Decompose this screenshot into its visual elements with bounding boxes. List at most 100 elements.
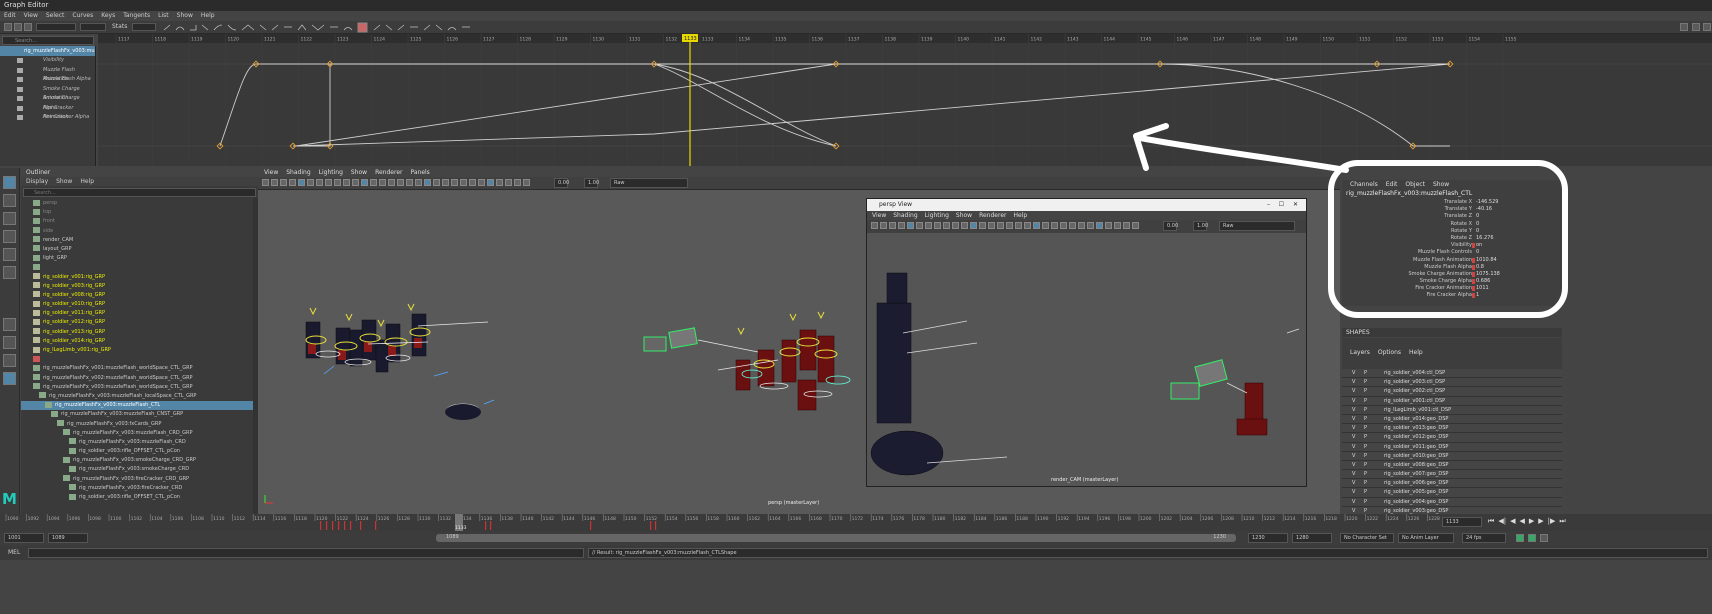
layers-menu-options[interactable]: Options — [1378, 348, 1401, 357]
outliner-item[interactable]: rig_soldier_v012:rig_GRP — [21, 318, 258, 327]
viewport-menu-view[interactable]: View — [264, 168, 278, 177]
toolbar-icon[interactable] — [262, 179, 269, 186]
lattice-icon[interactable] — [24, 23, 32, 31]
outliner-menu-show[interactable]: Show — [56, 177, 72, 186]
fps-select[interactable]: 24 fps — [1462, 533, 1506, 543]
toolbar-icon[interactable] — [1078, 222, 1085, 229]
toolbar-icon[interactable] — [397, 179, 404, 186]
channel-row[interactable]: Muzzle Flash Alpha — [0, 75, 95, 85]
layer-playback-toggle[interactable]: P — [1364, 498, 1367, 507]
scale-tool-icon[interactable] — [3, 266, 16, 279]
toolbar-icon[interactable] — [370, 179, 377, 186]
toolbar-icon[interactable] — [961, 222, 968, 229]
layer-playback-toggle[interactable]: P — [1364, 369, 1367, 378]
layer-playback-toggle[interactable]: P — [1364, 488, 1367, 497]
toolbar-icon[interactable] — [424, 179, 431, 186]
paint-select-icon[interactable] — [3, 212, 16, 225]
outliner-item[interactable]: rig_muzzleFlashFx_v003:muzzleFlash_local… — [21, 392, 258, 401]
outliner-item[interactable]: rig_muzzleFlashFx_v001:muzzleFlash_world… — [21, 364, 258, 373]
layer-row[interactable]: V Prig_soldier_v014:geo_DSP — [1342, 414, 1562, 425]
toolbar-icon[interactable] — [952, 222, 959, 229]
outliner-item[interactable]: rig_muzzleFlashFx_v003:muzzleFlash_CRD — [21, 438, 258, 447]
viewport-menu-lighting[interactable]: Lighting — [319, 168, 343, 177]
toolbar-icon[interactable] — [406, 179, 413, 186]
outliner-menu-display[interactable]: Display — [26, 177, 48, 186]
toolbar-icon[interactable] — [907, 222, 914, 229]
gamma-field[interactable]: 1.00 — [584, 178, 599, 188]
layer-visibility-toggle[interactable]: V — [1352, 461, 1355, 470]
outliner-item[interactable]: rig_muzzleFlashFx_v003:muzzleFlash_CTL — [21, 401, 258, 411]
outliner-item[interactable]: rig_soldier_v003:rifle_OFFSET_CTL_pCon — [21, 447, 258, 456]
menu-curves[interactable]: Curves — [72, 11, 93, 21]
layer-row[interactable]: V Prig_soldier_v002:ctl_DSP — [1342, 387, 1562, 397]
layer-playback-toggle[interactable]: P — [1364, 479, 1367, 488]
layer-playback-toggle[interactable]: P — [1364, 378, 1367, 387]
toolbar-icon[interactable] — [469, 179, 476, 186]
toolbar-icon[interactable] — [514, 179, 521, 186]
outliner-item[interactable]: rig_soldier_v008:rig_GRP — [21, 291, 258, 300]
viewport-menu-panels[interactable]: Panels — [410, 168, 429, 177]
outliner-item[interactable]: rig_soldier_v011:rig_GRP — [21, 309, 258, 318]
outliner-item[interactable]: rig_muzzleFlashFx_v003:fireCracker_CRD_G… — [21, 475, 258, 484]
time-slider[interactable]: 1090 1092 1094 1096 1098 1100 1102 1104 1106 1108… — [0, 514, 1712, 531]
toolbar-icon[interactable] — [1069, 222, 1076, 229]
layer-visibility-toggle[interactable]: V — [1352, 415, 1355, 424]
layers-menu-help[interactable]: Help — [1409, 348, 1423, 357]
insert-keys-icon[interactable] — [14, 23, 22, 31]
menu-help[interactable]: Help — [201, 11, 215, 21]
layer-playback-toggle[interactable]: P — [1364, 415, 1367, 424]
autokey-icon[interactable] — [1528, 534, 1536, 542]
step-back-icon[interactable]: ◀ — [1510, 517, 1515, 526]
frame-all-icon[interactable] — [1680, 23, 1688, 31]
outliner-item[interactable]: side — [21, 227, 258, 236]
outliner-item[interactable]: persp — [21, 199, 258, 208]
layers-menu-layers[interactable]: Layers — [1350, 348, 1370, 357]
menu-select[interactable]: Select — [46, 11, 65, 21]
time-field[interactable] — [80, 23, 106, 31]
toolbar-icon[interactable] — [307, 179, 314, 186]
toolbar-icon[interactable] — [925, 222, 932, 229]
character-set-select[interactable]: No Character Set — [1340, 533, 1394, 543]
toolbar-icon[interactable] — [1105, 222, 1112, 229]
outliner-item[interactable]: rig_muzzleFlashFx_v003:fireCracker_CRD — [21, 484, 258, 493]
playback-end-field[interactable]: 1230 — [1248, 533, 1288, 543]
layer-visibility-toggle[interactable]: V — [1352, 406, 1355, 415]
toolbar-icon[interactable] — [916, 222, 923, 229]
maximize-icon[interactable]: ☐ — [1279, 199, 1284, 211]
persp-menu-lighting[interactable]: Lighting — [925, 211, 949, 220]
layer-row[interactable]: V Prig_soldier_v007:geo_DSP — [1342, 470, 1562, 480]
toolbar-icon[interactable] — [1033, 222, 1040, 229]
stats-field[interactable] — [132, 23, 156, 31]
toolbar-icon[interactable] — [1051, 222, 1058, 229]
move-tool-icon[interactable] — [3, 230, 16, 243]
layout-outliner-icon[interactable] — [3, 372, 16, 385]
layer-row[interactable]: V Prig_soldier_v003:ctl_DSP — [1342, 378, 1562, 388]
toolbar-icon[interactable] — [1123, 222, 1130, 229]
layer-visibility-toggle[interactable]: V — [1352, 470, 1355, 479]
toolbar-icon[interactable] — [478, 179, 485, 186]
toolbar-icon[interactable] — [1042, 222, 1049, 229]
toolbar-icon[interactable] — [334, 179, 341, 186]
animation-start-field[interactable]: 1001 — [4, 533, 44, 543]
layer-visibility-toggle[interactable]: V — [1352, 424, 1355, 433]
toolbar-icon[interactable] — [997, 222, 1004, 229]
toolbar-icon[interactable] — [442, 179, 449, 186]
toolbar-icon[interactable] — [271, 179, 278, 186]
outliner-item[interactable]: render_CAM — [21, 236, 258, 245]
toolbar-icon[interactable] — [496, 179, 503, 186]
outliner-item[interactable]: rig_muzzleFlashFx_v003:muzzleFlash_CNST_… — [21, 410, 258, 419]
outliner-item[interactable]: rig_muzzleFlashFx_v003:muzzleFlash_CRD_G… — [21, 429, 258, 438]
menu-tangents[interactable]: Tangents — [123, 11, 150, 21]
toolbar-icon[interactable] — [298, 179, 305, 186]
preferences-icon[interactable] — [1540, 534, 1548, 542]
toolbar-icon[interactable] — [523, 179, 530, 186]
persp-window-titlebar[interactable]: persp View – ☐ ✕ — [867, 199, 1306, 211]
toolbar-icon[interactable] — [1132, 222, 1139, 229]
outliner-item[interactable]: rig_muzzleFlashFx_v003:muzzleFlash_world… — [21, 383, 258, 392]
shapes-header[interactable]: SHAPES — [1342, 328, 1562, 337]
layer-playback-toggle[interactable]: P — [1364, 406, 1367, 415]
layer-row[interactable]: V Prig_soldier_v001:ctl_DSP — [1342, 396, 1562, 406]
channel-row[interactable]: Fire Cracker Alpha — [0, 113, 95, 123]
outliner-item[interactable] — [21, 263, 258, 272]
layer-row[interactable]: V Prig_soldier_v012:geo_DSP — [1342, 433, 1562, 443]
